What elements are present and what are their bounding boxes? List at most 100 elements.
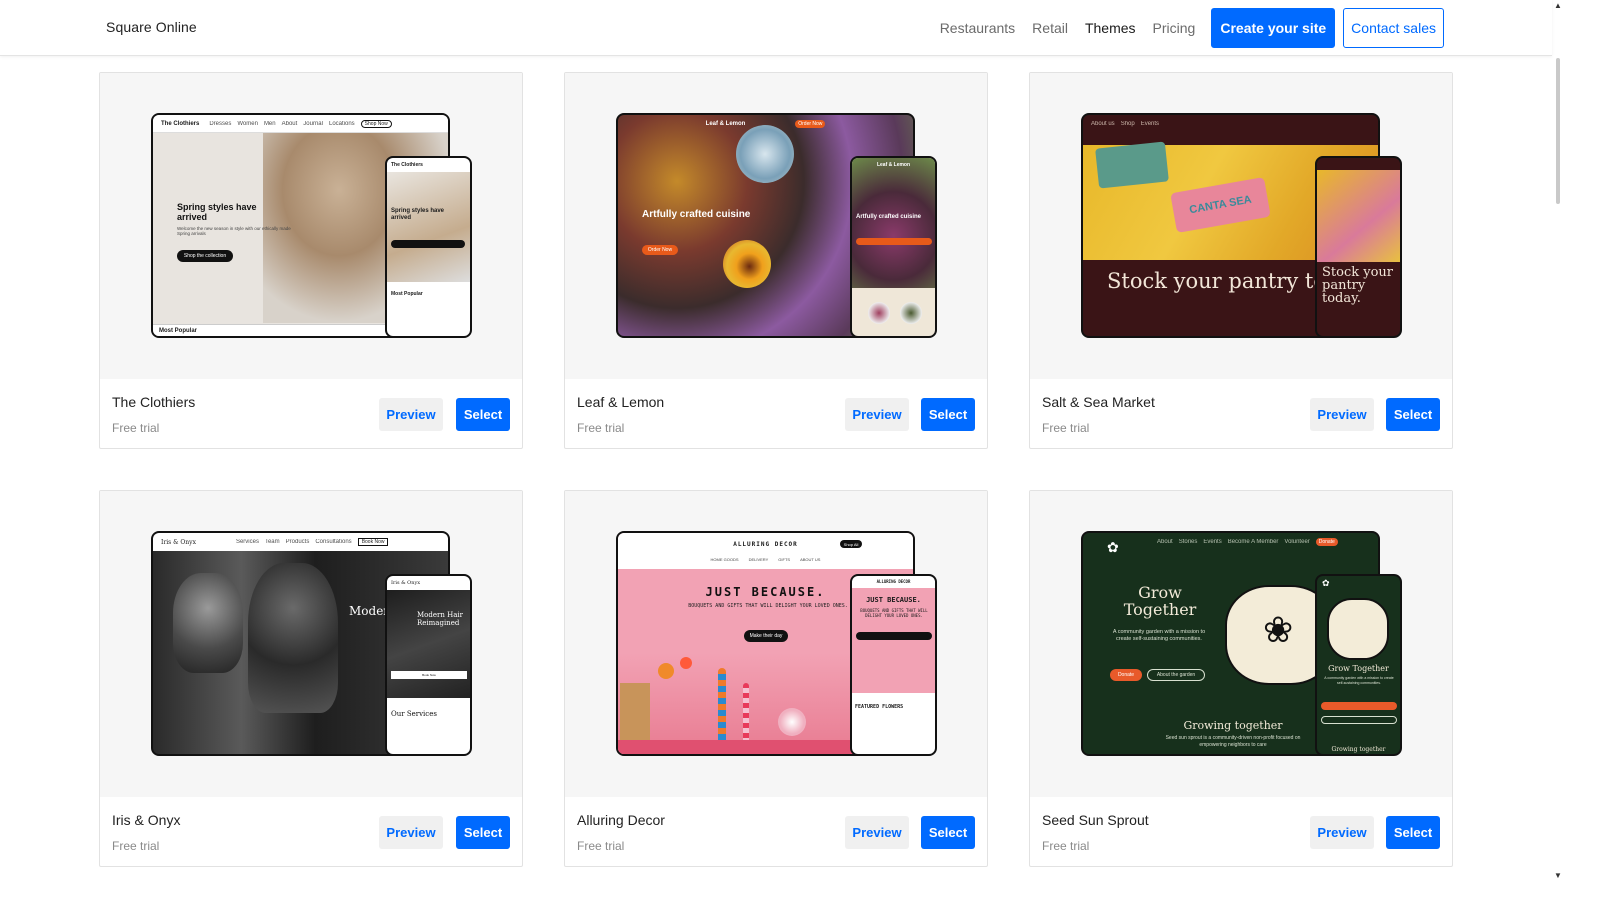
brand-logo[interactable]: Square Online bbox=[106, 19, 197, 35]
preview-button[interactable]: Preview bbox=[1310, 816, 1374, 849]
mock-cta-secondary bbox=[1321, 716, 1397, 724]
mock-cta bbox=[391, 240, 465, 248]
mock-nav-item: Consultations bbox=[315, 539, 352, 545]
mock-brand: Iris & Onyx bbox=[391, 580, 421, 586]
mock-nav-item: Stories bbox=[1178, 539, 1198, 545]
theme-thumbnail[interactable]: About us Shop Events CANTA SEA Stock you… bbox=[1030, 73, 1452, 379]
theme-subtitle: Free trial bbox=[1042, 839, 1090, 853]
mock-nav-item: About us bbox=[1091, 121, 1115, 127]
mock-nav: Iris & Onyx Services Team Products Consu… bbox=[153, 533, 448, 551]
mock-headline: Artfully crafted cuisine bbox=[642, 209, 751, 220]
mock-nav-item: ABOUT US bbox=[800, 557, 821, 562]
select-button[interactable]: Select bbox=[456, 816, 510, 849]
select-button[interactable]: Select bbox=[1386, 398, 1440, 431]
mock-brand: ALLURING DECOR bbox=[876, 579, 911, 584]
phone-mockup: Leaf & Lemon Artfully crafted cuisine bbox=[850, 156, 937, 338]
scroll-up-icon[interactable]: ▲ bbox=[1554, 1, 1562, 10]
mock-flower-image bbox=[680, 657, 692, 669]
mock-subnav: HOME GOODS DELIVERY GIFTS ABOUT US bbox=[618, 557, 913, 562]
theme-thumbnail[interactable]: Iris & Onyx Services Team Products Consu… bbox=[100, 491, 522, 797]
mock-nav-item: Men bbox=[263, 120, 276, 127]
mock-headline: Artfully crafted cuisine bbox=[856, 214, 922, 220]
mock-nav: About us Shop Events bbox=[1083, 115, 1378, 133]
phone-mockup: ✿ Grow Together A community garden with … bbox=[1315, 574, 1402, 756]
mock-headline: Grow Together bbox=[1123, 583, 1197, 619]
potted-plant-icon: ❀ bbox=[1263, 609, 1294, 650]
theme-thumbnail[interactable]: The Clothiers Dresses Women Men About Jo… bbox=[100, 73, 522, 379]
theme-thumbnail[interactable]: ALLURING DECOR Shop All HOME GOODS DELIV… bbox=[565, 491, 987, 797]
select-button[interactable]: Select bbox=[1386, 816, 1440, 849]
mock-nav-item: Services bbox=[235, 539, 259, 545]
nav-pricing[interactable]: Pricing bbox=[1153, 20, 1196, 36]
theme-thumbnail[interactable]: Leaf & Lemon Order Now Artfully crafted … bbox=[565, 73, 987, 379]
mock-shop-button: Shop Now bbox=[360, 119, 392, 128]
mock-dish-image bbox=[900, 302, 922, 324]
nav-retail[interactable]: Retail bbox=[1032, 20, 1068, 36]
select-button[interactable]: Select bbox=[456, 398, 510, 431]
theme-card-salt-and-sea-market: About us Shop Events CANTA SEA Stock you… bbox=[1029, 72, 1453, 449]
mock-nav-item: Become A Member bbox=[1227, 539, 1279, 545]
theme-subtitle: Free trial bbox=[577, 839, 625, 853]
theme-subtitle: Free trial bbox=[1042, 421, 1090, 435]
mock-nav-item: GIFTS bbox=[778, 557, 791, 562]
mock-nav-item: Women bbox=[237, 120, 258, 127]
theme-subtitle: Free trial bbox=[112, 839, 160, 853]
preview-button[interactable]: Preview bbox=[379, 398, 443, 431]
theme-name: Alluring Decor bbox=[577, 812, 665, 828]
mock-bag-image bbox=[620, 683, 650, 741]
phone-mockup: Stock your pantry today. bbox=[1315, 156, 1402, 338]
contact-sales-button[interactable]: Contact sales bbox=[1343, 8, 1444, 48]
mock-nav-item: Dresses bbox=[209, 120, 232, 127]
mock-tin-image bbox=[1095, 141, 1169, 189]
mock-body: Welcome the new season in style with our… bbox=[177, 226, 291, 236]
mock-nav-item: About bbox=[281, 120, 298, 127]
select-button[interactable]: Select bbox=[921, 816, 975, 849]
mock-phone-image bbox=[387, 172, 470, 282]
mock-phone-image bbox=[387, 590, 470, 698]
page-scrollbar[interactable]: ▲ ▼ bbox=[1552, 0, 1564, 900]
theme-name: Seed Sun Sprout bbox=[1042, 812, 1149, 828]
mock-candle-image bbox=[718, 668, 726, 748]
mock-cta bbox=[856, 238, 932, 245]
mock-cta: Donate bbox=[1110, 669, 1142, 681]
preview-button[interactable]: Preview bbox=[379, 816, 443, 849]
theme-card-seed-sun-sprout: ✿ About Stories Events Become A Member V… bbox=[1029, 490, 1453, 867]
mock-brand: Iris & Onyx bbox=[161, 538, 196, 546]
mock-portrait-image bbox=[173, 573, 243, 673]
mock-body: BOUQUETS AND GIFTS THAT WILL DELIGHT YOU… bbox=[688, 603, 848, 609]
preview-button[interactable]: Preview bbox=[1310, 398, 1374, 431]
mock-body: A community garden with a mission to cre… bbox=[1112, 629, 1206, 643]
theme-card-the-clothiers: The Clothiers Dresses Women Men About Jo… bbox=[99, 72, 523, 449]
scroll-down-icon[interactable]: ▼ bbox=[1554, 871, 1562, 880]
mock-body: A community garden with a mission to cre… bbox=[1324, 676, 1394, 685]
mock-cta bbox=[1321, 702, 1397, 710]
mock-nav-item: DELIVERY bbox=[748, 557, 769, 562]
mock-vase-image bbox=[778, 708, 806, 736]
mock-headline: Modern Hair Reimagined bbox=[417, 611, 463, 627]
mock-dish-image bbox=[868, 302, 890, 324]
theme-thumbnail[interactable]: ✿ About Stories Events Become A Member V… bbox=[1030, 491, 1452, 797]
mock-nav-item: Shop bbox=[1120, 121, 1135, 127]
mock-order-button: Order Now bbox=[795, 120, 826, 128]
mock-nav: ALLURING DECOR Shop All HOME GOODS DELIV… bbox=[618, 533, 913, 569]
mock-headline: JUST BECAUSE. bbox=[866, 596, 921, 604]
scroll-thumb[interactable] bbox=[1556, 58, 1560, 204]
theme-card-alluring-decor: ALLURING DECOR Shop All HOME GOODS DELIV… bbox=[564, 490, 988, 867]
mock-peach-image bbox=[723, 240, 771, 288]
mock-nav-item: Team bbox=[264, 539, 280, 545]
mock-phone-image bbox=[1317, 170, 1400, 262]
nav-themes[interactable]: Themes bbox=[1085, 20, 1136, 36]
create-site-button[interactable]: Create your site bbox=[1211, 8, 1336, 48]
mock-headline: Grow Together bbox=[1328, 664, 1389, 673]
mock-nav-item: Journal bbox=[303, 120, 323, 127]
mock-section-title: Our Services bbox=[391, 710, 437, 718]
select-button[interactable]: Select bbox=[921, 398, 975, 431]
preview-button[interactable]: Preview bbox=[845, 816, 909, 849]
mock-phone-image bbox=[852, 158, 935, 288]
mock-cta: Book Now bbox=[391, 671, 467, 679]
mock-nav-item: Events bbox=[1203, 539, 1222, 545]
mock-nav-item: Locations bbox=[328, 120, 355, 127]
nav-restaurants[interactable]: Restaurants bbox=[940, 20, 1015, 36]
preview-button[interactable]: Preview bbox=[845, 398, 909, 431]
theme-subtitle: Free trial bbox=[577, 421, 625, 435]
